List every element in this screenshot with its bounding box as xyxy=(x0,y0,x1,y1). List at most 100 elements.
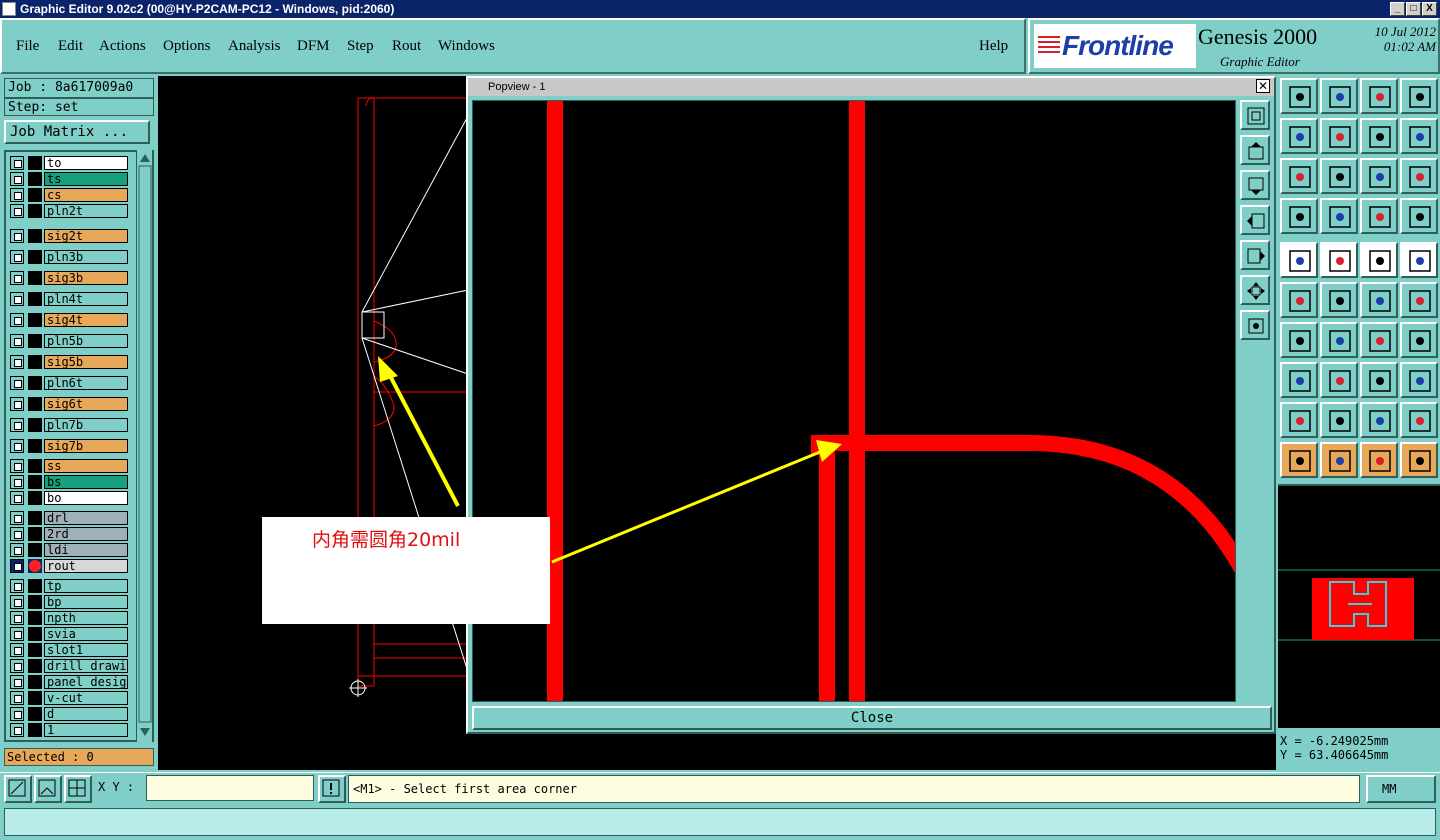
layer-name[interactable]: pln5b xyxy=(44,334,128,348)
menu-step[interactable]: Step xyxy=(347,38,374,55)
layer-name[interactable]: svia xyxy=(44,627,128,641)
layer-checkbox[interactable] xyxy=(10,334,24,348)
triangle-up-icon[interactable] xyxy=(1320,402,1358,438)
minimize-button[interactable]: _ xyxy=(1390,2,1405,16)
zoom-area-icon[interactable] xyxy=(4,775,32,803)
layer-name[interactable]: rout xyxy=(44,559,128,573)
layer-checkbox[interactable] xyxy=(10,313,24,327)
layer-checkbox[interactable] xyxy=(10,611,24,625)
layer-name[interactable]: panel_design xyxy=(44,675,128,689)
layer-name[interactable]: drl xyxy=(44,511,128,525)
popview-close-button[interactable]: Close xyxy=(472,706,1272,730)
grid-icon[interactable] xyxy=(1320,198,1358,234)
zoom-window-icon[interactable] xyxy=(1240,100,1270,130)
zoom-out-icon[interactable] xyxy=(1240,310,1270,340)
settings-icon[interactable] xyxy=(1280,198,1318,234)
layer-name[interactable]: v-cut xyxy=(44,691,128,705)
menu-file[interactable]: File xyxy=(16,38,39,55)
ruler-icon[interactable] xyxy=(1360,242,1398,278)
layer-checkbox[interactable] xyxy=(10,292,24,306)
layer-checkbox[interactable] xyxy=(10,250,24,264)
pan-left-icon[interactable] xyxy=(1240,205,1270,235)
layer-checkbox[interactable] xyxy=(10,559,24,573)
select-pointer-icon[interactable] xyxy=(1360,442,1398,478)
pad-icon[interactable] xyxy=(1280,242,1318,278)
add-point-icon[interactable] xyxy=(1360,282,1398,318)
move-point-icon[interactable] xyxy=(1400,282,1438,318)
menu-rout[interactable]: Rout xyxy=(392,38,421,55)
layer-name[interactable]: sig5b xyxy=(44,355,128,369)
layer-checkbox[interactable] xyxy=(10,355,24,369)
layer-name[interactable]: to xyxy=(44,156,128,170)
menu-actions[interactable]: Actions xyxy=(99,38,146,55)
pointer-icon[interactable] xyxy=(1280,442,1318,478)
layer-checkbox[interactable] xyxy=(10,595,24,609)
zoom-in-icon[interactable] xyxy=(1280,158,1318,194)
layer-name[interactable]: cs xyxy=(44,188,128,202)
layer-checkbox[interactable] xyxy=(10,418,24,432)
layer-checkbox[interactable] xyxy=(10,659,24,673)
layer-name[interactable]: 1 xyxy=(44,723,128,737)
round-pad-icon[interactable] xyxy=(1400,242,1438,278)
pan-left-icon[interactable] xyxy=(1280,118,1318,154)
layer-name[interactable]: pln7b xyxy=(44,418,128,432)
undo-view-icon[interactable] xyxy=(1360,118,1398,154)
layer-name[interactable]: slot1 xyxy=(44,643,128,657)
route-icon[interactable] xyxy=(1400,442,1438,478)
layer-name[interactable]: sig7b xyxy=(44,439,128,453)
layer-name[interactable]: d xyxy=(44,707,128,721)
home-icon[interactable] xyxy=(1360,78,1398,114)
layer-name[interactable]: tp xyxy=(44,579,128,593)
layer-name[interactable]: pln4t xyxy=(44,292,128,306)
arc-icon[interactable] xyxy=(1360,322,1398,358)
menu-dfm[interactable]: DFM xyxy=(297,38,330,55)
layer-highlight-icon[interactable] xyxy=(1400,198,1438,234)
window-icon[interactable] xyxy=(1400,78,1438,114)
popview-close-icon[interactable]: ✕ xyxy=(1256,79,1270,93)
layer-name[interactable]: pln2t xyxy=(44,204,128,218)
slope-icon[interactable] xyxy=(1320,322,1358,358)
layer-name[interactable]: drill_drawing xyxy=(44,659,128,673)
menu-edit[interactable]: Edit xyxy=(58,38,83,55)
line-icon[interactable] xyxy=(1320,242,1358,278)
close-window-button[interactable]: X xyxy=(1422,2,1437,16)
layer-display-icon[interactable] xyxy=(1360,198,1398,234)
layer-name[interactable]: ldi xyxy=(44,543,128,557)
select-box-icon[interactable] xyxy=(1320,442,1358,478)
layer-checkbox[interactable] xyxy=(10,643,24,657)
layer-name[interactable]: pln6t xyxy=(44,376,128,390)
triangle-fill-icon[interactable] xyxy=(1360,402,1398,438)
layer-name[interactable]: ts xyxy=(44,172,128,186)
layer-checkbox[interactable] xyxy=(10,675,24,689)
layer-name[interactable]: pln3b xyxy=(44,250,128,264)
layer-checkbox[interactable] xyxy=(10,397,24,411)
angle-icon[interactable] xyxy=(1280,322,1318,358)
line-edit-icon[interactable] xyxy=(1320,362,1358,398)
pan-right-icon[interactable] xyxy=(1320,118,1358,154)
menu-options[interactable]: Options xyxy=(163,38,211,55)
layer-checkbox[interactable] xyxy=(10,376,24,390)
maximize-button[interactable]: □ xyxy=(1406,2,1421,16)
zoom-out-icon[interactable] xyxy=(1320,158,1358,194)
layer-checkbox[interactable] xyxy=(10,723,24,737)
mirror-icon[interactable] xyxy=(1400,322,1438,358)
layer-name[interactable]: bo xyxy=(44,491,128,505)
grid-snap-icon[interactable] xyxy=(64,775,92,803)
layer-name[interactable]: bs xyxy=(44,475,128,489)
triangle-icon[interactable] xyxy=(1280,402,1318,438)
layer-checkbox[interactable] xyxy=(10,172,24,186)
layer-checkbox[interactable] xyxy=(10,229,24,243)
zoom-in-icon[interactable] xyxy=(1240,275,1270,305)
layer-name[interactable]: sig3b xyxy=(44,271,128,285)
layer-checkbox[interactable] xyxy=(10,543,24,557)
menu-help[interactable]: Help xyxy=(979,38,1008,55)
layer-checkbox[interactable] xyxy=(10,156,24,170)
overview-minimap[interactable] xyxy=(1278,484,1440,728)
layer-checkbox[interactable] xyxy=(10,459,24,473)
triangle-cut-icon[interactable] xyxy=(1400,402,1438,438)
layer-checkbox[interactable] xyxy=(10,475,24,489)
measure-icon[interactable] xyxy=(34,775,62,803)
layer-checkbox[interactable] xyxy=(10,527,24,541)
layer-checkbox[interactable] xyxy=(10,271,24,285)
redraw-icon[interactable] xyxy=(1400,118,1438,154)
